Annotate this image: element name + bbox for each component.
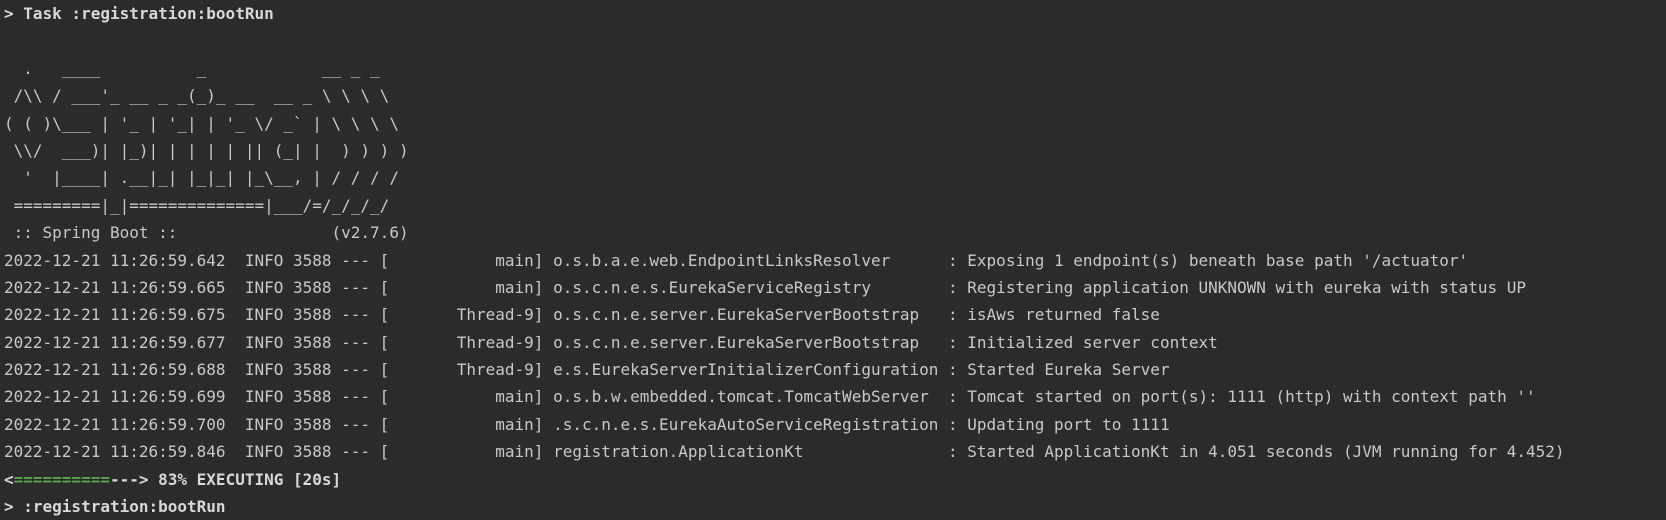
banner-line: ( ( )\___ | '_ | '_| | '_ \/ _` | \ \ \ … [4, 113, 399, 133]
banner-line: /\\ / ___'_ __ _ _(_)_ __ __ _ \ \ \ \ [4, 86, 390, 106]
log-line: 2022-12-21 11:26:59.665 INFO 3588 --- [ … [4, 277, 1526, 297]
log-line: 2022-12-21 11:26:59.846 INFO 3588 --- [ … [4, 442, 1565, 462]
spring-boot-version: :: Spring Boot :: (v2.7.6) [4, 223, 409, 243]
banner-line: . ____ _ __ _ _ [4, 58, 380, 78]
log-output: 2022-12-21 11:26:59.642 INFO 3588 --- [ … [4, 247, 1666, 466]
gradle-progress-bar: <==========---> 83% EXECUTING [20s] [4, 466, 1666, 493]
running-task-line: > :registration:bootRun [4, 497, 226, 517]
console-output[interactable]: > Task :registration:bootRun . ____ _ __… [0, 0, 1666, 520]
banner-line: ' |____| .__|_| |_|_| |_\__, | / / / / [4, 168, 399, 188]
banner-line: =========|_|==============|___/=/_/_/_/ [4, 195, 390, 215]
log-line: 2022-12-21 11:26:59.699 INFO 3588 --- [ … [4, 387, 1536, 407]
spring-boot-banner: . ____ _ __ _ _ /\\ / ___'_ __ _ _(_)_ _… [4, 55, 1666, 247]
progress-status: 83% EXECUTING [20s] [148, 469, 342, 489]
progress-open-bracket: < [4, 469, 14, 489]
log-line: 2022-12-21 11:26:59.677 INFO 3588 --- [ … [4, 332, 1218, 352]
progress-remaining: ---> [109, 469, 149, 489]
log-line: 2022-12-21 11:26:59.688 INFO 3588 --- [ … [4, 360, 1170, 380]
log-line: 2022-12-21 11:26:59.675 INFO 3588 --- [ … [4, 305, 1160, 325]
task-header: > Task :registration:bootRun [4, 4, 274, 23]
log-line: 2022-12-21 11:26:59.700 INFO 3588 --- [ … [4, 414, 1170, 434]
banner-line: \\/ ___)| |_)| | | | | || (_| | ) ) ) ) [4, 140, 409, 160]
log-line: 2022-12-21 11:26:59.642 INFO 3588 --- [ … [4, 250, 1469, 270]
progress-filled: ========== [13, 469, 110, 489]
